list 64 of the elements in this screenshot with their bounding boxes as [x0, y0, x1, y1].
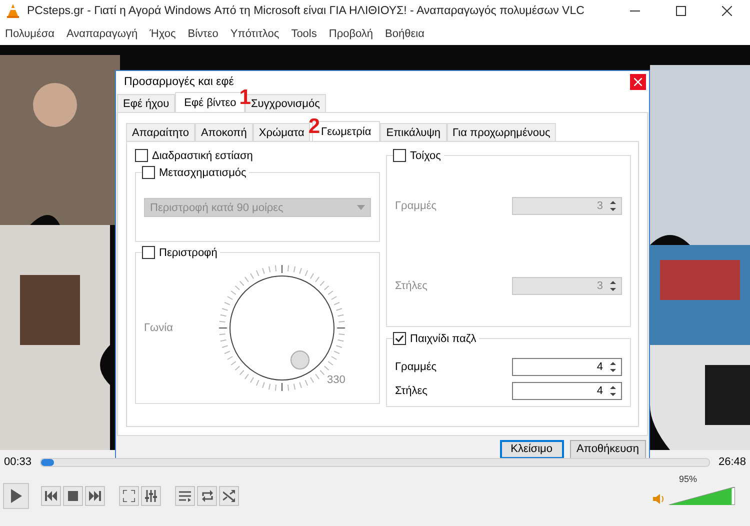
menu-item[interactable]: Βίντεο	[188, 28, 218, 40]
field-label: Γραμμές	[395, 200, 437, 212]
dial-label: 330	[327, 374, 346, 386]
checkbox-label: Περιστροφή	[159, 246, 218, 259]
equalizer-button[interactable]	[141, 486, 161, 506]
stop-icon	[68, 491, 78, 501]
close-button[interactable]	[630, 74, 646, 90]
caret-icon	[357, 205, 365, 210]
traffic-cone-icon	[5, 3, 21, 19]
field-label: Στήλες	[395, 280, 428, 292]
fullscreen-button[interactable]	[119, 486, 139, 506]
dialog-title: Προσαρμογές και εφέ	[124, 76, 234, 88]
menu-item[interactable]: Υπότιτλος	[230, 28, 280, 40]
tab[interactable]: Εφέ ήχου	[117, 94, 176, 112]
previous-icon	[45, 491, 57, 501]
play-icon	[9, 488, 23, 504]
tab[interactable]: Για προχωρημένους	[446, 123, 556, 142]
shuffle-button[interactable]	[219, 486, 239, 506]
checkbox[interactable]	[393, 332, 406, 346]
menu-item[interactable]: Βοήθεια	[385, 28, 424, 40]
checkbox[interactable]	[393, 149, 406, 162]
next-icon	[89, 491, 101, 501]
play-button[interactable]	[3, 483, 29, 509]
angle-label: Γωνία	[143, 322, 174, 334]
menu-item[interactable]: Ήχος	[150, 28, 176, 40]
checkbox-label: Παιχνίδι παζλ	[410, 332, 476, 345]
tab[interactable]: Χρώματα	[252, 123, 310, 142]
playlist-button[interactable]	[175, 486, 195, 506]
shuffle-icon	[223, 490, 235, 502]
tab[interactable]: Επικάλυψη	[380, 123, 447, 142]
checkbox[interactable]	[135, 149, 148, 162]
checkbox-label: Διαδραστική εστίαση	[152, 150, 253, 162]
close-icon	[722, 6, 732, 16]
close-icon	[634, 78, 642, 86]
volume-slider[interactable]	[669, 487, 735, 505]
previous-button[interactable]	[41, 486, 61, 506]
field-label: Γραμμές	[395, 361, 437, 374]
number-field[interactable]: 4	[512, 358, 622, 376]
tab[interactable]: Απαραίτητο	[126, 123, 195, 142]
fullscreen-icon	[123, 490, 135, 502]
stop-button[interactable]	[63, 486, 83, 506]
tab[interactable]: Αποκοπή	[194, 123, 253, 142]
menu-item[interactable]: Tools	[291, 28, 317, 40]
checkbox[interactable]	[142, 166, 155, 180]
elapsed-time: 00:33	[4, 456, 32, 468]
total-time: 26:48	[718, 456, 746, 468]
menu-item[interactable]: Αναπαραγωγή	[66, 28, 138, 40]
dialog-button[interactable]: Αποθήκευση	[570, 440, 646, 459]
menu-item[interactable]: Προβολή	[328, 28, 374, 40]
number-field[interactable]: 4	[512, 382, 622, 400]
next-button[interactable]	[85, 486, 105, 506]
volume-reading: 95%	[679, 474, 698, 484]
field-label: Στήλες	[395, 385, 428, 398]
playlist-icon	[179, 490, 191, 502]
checkbox[interactable]	[142, 246, 155, 260]
equalizer-icon	[145, 490, 157, 502]
checkbox-label: Τοίχος	[410, 150, 441, 162]
dialog-button[interactable]: Κλείσιμο	[500, 440, 564, 459]
menu-item[interactable]: Πολυμέσα	[5, 28, 54, 40]
checkbox-label: Μετασχηματισμός	[159, 166, 246, 179]
window-title: PCsteps.gr - Γιατί η Αγορά Windows Από τη Microsoft είναι ΓΙΑ ΗΛΙΘΙΟΥΣ! - Αναπαραγωγός πολυμέσων VLC	[27, 5, 586, 17]
maximize-icon	[676, 6, 686, 16]
loop-button[interactable]	[197, 486, 217, 506]
loop-icon	[200, 490, 214, 502]
